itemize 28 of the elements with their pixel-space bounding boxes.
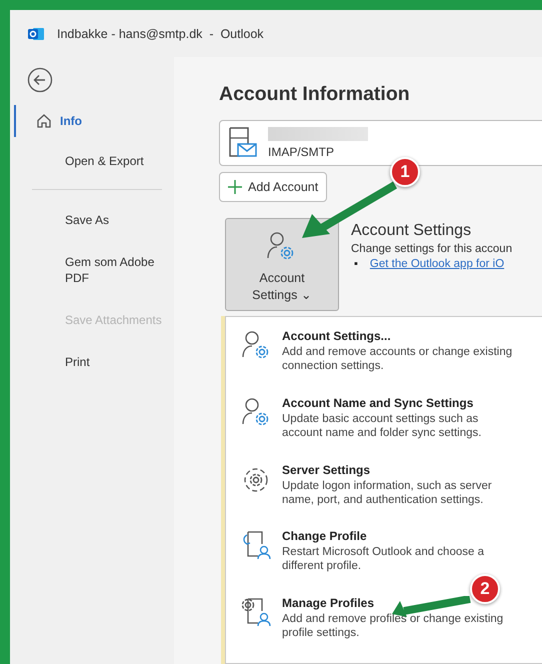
- menu-item-description: Update basic account settings such as account name and folder sync settings.: [282, 412, 482, 440]
- add-account-button[interactable]: Add Account: [219, 172, 328, 202]
- bullet-mark: ▪: [354, 258, 358, 270]
- section-title: Account Settings: [351, 222, 472, 240]
- menu-item-title[interactable]: Change Profile: [282, 529, 367, 544]
- plus-icon: [228, 180, 242, 194]
- section-description: Change settings for this accoun: [351, 243, 512, 255]
- page-heading: Account Information: [219, 83, 410, 106]
- window-title: Indbakke - hans@smtp.dk - Outlook: [57, 26, 264, 40]
- menu-item-title[interactable]: Server Settings: [282, 462, 370, 477]
- menu-item-description: Add and remove profiles or change existing profile settings.: [282, 612, 504, 640]
- menu-item-title[interactable]: Manage Profiles: [282, 596, 374, 610]
- back-icon[interactable]: [27, 67, 53, 93]
- account-selector[interactable]: IMAP/SMTP: [219, 120, 542, 166]
- menu-item-description: Add and remove accounts or change existing connection settings.: [282, 345, 514, 373]
- home-icon: [36, 113, 52, 129]
- menu-item-title[interactable]: Account Settings...: [282, 329, 391, 343]
- account-type: IMAP/SMTP: [268, 145, 336, 159]
- account-settings-button[interactable]: Account Settings ⌄: [225, 218, 339, 311]
- menu-item-description: Update logon information, such as server name, port, and authentication settings.: [282, 478, 493, 507]
- sidebar-item[interactable]: Open & Export: [14, 143, 174, 179]
- ios-app-link[interactable]: Get the Outlook app for iO: [370, 258, 504, 270]
- mailbox-icon: [228, 126, 258, 160]
- menu-item-description: Restart Microsoft Outlook and choose a different profile.: [282, 545, 485, 574]
- sidebar-item[interactable]: Save As: [14, 202, 174, 238]
- sidebar-item[interactable]: Gem som Adobe PDF: [14, 244, 174, 296]
- menu-item-title[interactable]: Account Name and Sync Settings: [282, 396, 474, 410]
- sidebar-item[interactable]: Print: [14, 344, 174, 380]
